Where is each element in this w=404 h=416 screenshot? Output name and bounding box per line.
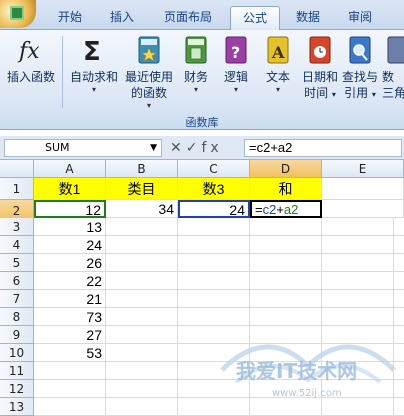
cell-b2[interactable]: 34 xyxy=(106,200,178,218)
chevron-down-icon: ▾ xyxy=(371,90,376,99)
cell-a12[interactable] xyxy=(34,380,106,398)
cell-a5[interactable]: 26 xyxy=(34,254,106,272)
cell-a7[interactable]: 21 xyxy=(34,290,106,308)
cell-e2[interactable] xyxy=(322,200,404,218)
chevron-down-icon[interactable]: ▼ xyxy=(150,140,157,156)
cell-a4[interactable]: 24 xyxy=(34,236,106,254)
cell-a1[interactable]: 数1 xyxy=(34,178,106,200)
cell-a13[interactable] xyxy=(34,398,106,416)
row-header-6[interactable]: 6 xyxy=(0,272,34,290)
name-box[interactable]: SUM ▼ xyxy=(4,139,162,157)
magnifier-book-icon xyxy=(346,34,374,66)
svg-text:A: A xyxy=(271,43,285,62)
empty-cells-area[interactable] xyxy=(106,218,404,416)
row-header-9[interactable]: 9 xyxy=(0,326,34,344)
ref-c2: c2 xyxy=(262,202,277,217)
svg-text:Σ: Σ xyxy=(83,37,101,66)
chevron-down-icon: ▾ xyxy=(331,90,336,99)
lookup-reference-button[interactable]: 查找与 引用 ▾ xyxy=(340,34,380,103)
chevron-down-icon: ▾ xyxy=(91,85,96,94)
chevron-down-icon: ▾ xyxy=(275,85,280,94)
ribbon-separator xyxy=(62,36,63,108)
chevron-down-icon: ▾ xyxy=(233,85,238,94)
cell-a2[interactable]: 12 xyxy=(34,200,106,218)
tab-formulas[interactable]: 公式 xyxy=(230,6,280,30)
cell-d1[interactable]: 和 xyxy=(250,178,322,200)
row-header-3[interactable]: 3 xyxy=(0,218,34,236)
cell-c1[interactable]: 数3 xyxy=(178,178,250,200)
ribbon-tab-bar: 开始 插入 页面布局 公式 数据 审阅 xyxy=(0,0,404,30)
chevron-down-icon: ▾ xyxy=(146,101,151,110)
column-header-a[interactable]: A xyxy=(34,160,106,178)
formula-bar: SUM ▼ ✕✓fx =c2+a2 xyxy=(0,136,404,160)
column-header-b[interactable]: B xyxy=(106,160,178,178)
cell-a10[interactable]: 53 xyxy=(34,344,106,362)
row-header-8[interactable]: 8 xyxy=(0,308,34,326)
row-header-7[interactable]: 7 xyxy=(0,290,34,308)
cell-c2[interactable]: 24 xyxy=(178,200,250,218)
column-header-d[interactable]: D xyxy=(250,160,322,178)
group-label-function-library: 函数库 xyxy=(185,116,219,129)
formula-plus: + xyxy=(276,202,284,217)
select-all-corner[interactable] xyxy=(0,160,34,178)
math-trig-button[interactable]: 数 三角 xyxy=(382,34,404,101)
tab-data[interactable]: 数据 xyxy=(286,6,330,30)
chevron-down-icon: ▾ xyxy=(193,85,198,94)
text-button[interactable]: A 文本 ▾ xyxy=(260,34,296,95)
row-header-5[interactable]: 5 xyxy=(0,254,34,272)
tab-insert[interactable]: 插入 xyxy=(100,6,144,30)
svg-text:?: ? xyxy=(231,43,240,62)
cell-b1[interactable]: 类目 xyxy=(106,178,178,200)
insert-function-button[interactable]: fx 插入函数 xyxy=(4,34,58,85)
row-header-1[interactable]: 1 xyxy=(0,178,34,200)
fx-icon: fx xyxy=(17,34,45,66)
date-time-button[interactable]: 日期和 时间 ▾ xyxy=(300,34,340,103)
spreadsheet-grid: A B C D E 1 2 3 4 5 6 7 8 9 10 11 12 13 … xyxy=(0,160,404,416)
tab-home[interactable]: 开始 xyxy=(48,6,92,30)
sigma-icon: Σ xyxy=(80,34,108,67)
autosum-button[interactable]: Σ 自动求和 ▾ xyxy=(66,34,122,95)
row-header-4[interactable]: 4 xyxy=(0,236,34,254)
text-book-icon: A xyxy=(264,34,292,66)
cell-a8[interactable]: 73 xyxy=(34,308,106,326)
tab-review[interactable]: 审阅 xyxy=(338,6,382,30)
clock-book-icon xyxy=(306,34,334,66)
financial-book-icon xyxy=(182,34,210,66)
cell-a3[interactable]: 13 xyxy=(34,218,106,236)
row-header-11[interactable]: 11 xyxy=(0,362,34,380)
row-header-12[interactable]: 12 xyxy=(0,380,34,398)
cell-a9[interactable]: 27 xyxy=(34,326,106,344)
cell-a6[interactable]: 22 xyxy=(34,272,106,290)
logical-button[interactable]: ? 逻辑 ▾ xyxy=(218,34,254,95)
math-book-icon xyxy=(384,34,404,66)
cell-d2-active[interactable]: =c2+a2 xyxy=(250,200,322,218)
row-header-13[interactable]: 13 xyxy=(0,398,34,416)
recently-used-button[interactable]: 最近使用 的函数 ▾ xyxy=(122,34,176,111)
cell-e1[interactable] xyxy=(322,178,404,200)
ribbon-panel: fx 插入函数 Σ 自动求和 ▾ 最近使用 的函数 ▾ 财务 ▾ ? 逻辑 ▾ xyxy=(0,30,404,130)
cell-a11[interactable] xyxy=(34,362,106,380)
tab-page-layout[interactable]: 页面布局 xyxy=(152,6,224,30)
column-header-c[interactable]: C xyxy=(178,160,250,178)
formula-prefix: = xyxy=(255,202,263,217)
office-button[interactable] xyxy=(0,0,36,28)
svg-text:fx: fx xyxy=(17,39,40,64)
ref-a2: a2 xyxy=(283,202,299,217)
book-star-icon xyxy=(135,34,163,66)
formula-tools[interactable]: ✕✓fx xyxy=(166,138,244,158)
financial-button[interactable]: 财务 ▾ xyxy=(178,34,214,95)
column-header-e[interactable]: E xyxy=(322,160,404,178)
question-book-icon: ? xyxy=(222,34,250,66)
formula-input[interactable]: =c2+a2 xyxy=(244,139,402,157)
row-header-10[interactable]: 10 xyxy=(0,344,34,362)
